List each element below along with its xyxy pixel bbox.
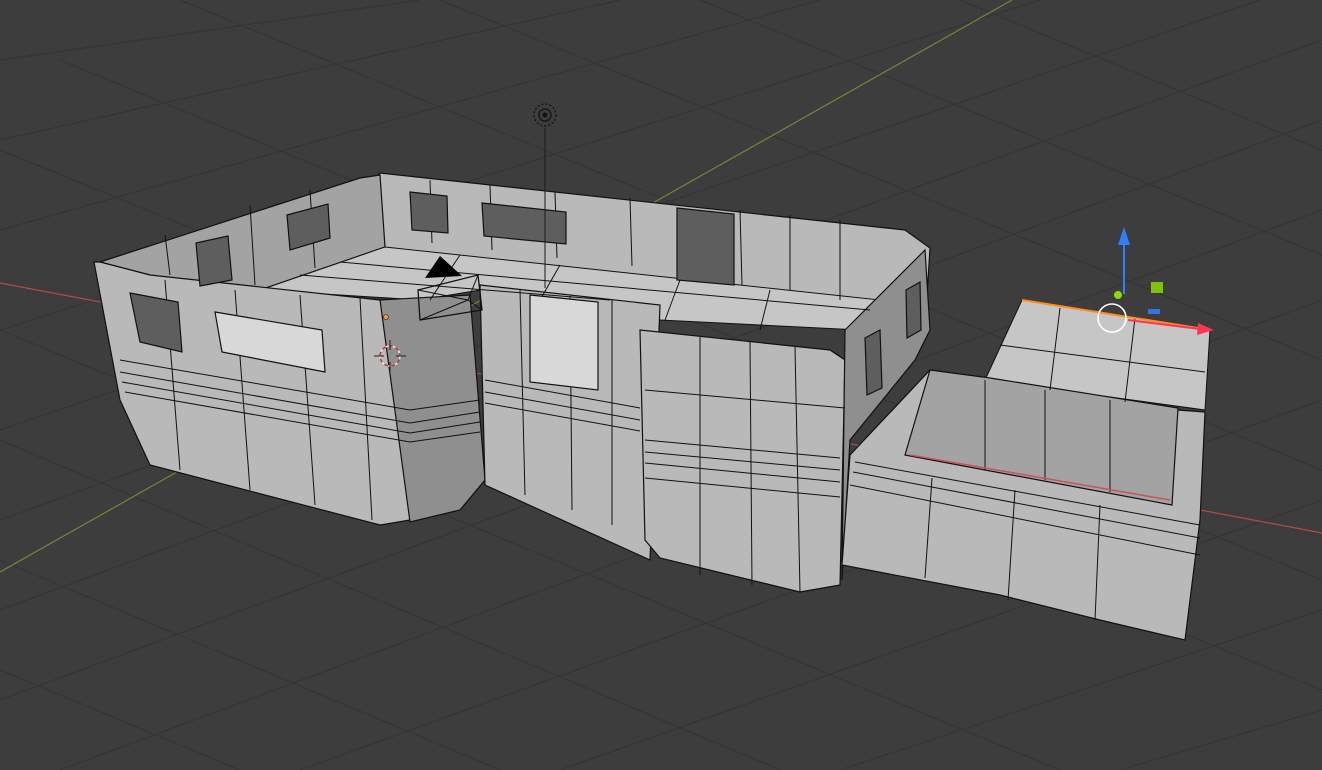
viewport-canvas[interactable] — [0, 0, 1322, 770]
window-hole — [864, 329, 883, 396]
gizmo-z-plane-handle[interactable] — [1148, 309, 1160, 314]
window-hole — [905, 280, 922, 340]
window-hole — [676, 207, 735, 286]
gizmo-y-plane-handle[interactable] — [1151, 282, 1163, 293]
3d-viewport[interactable] — [0, 0, 1322, 770]
window-hole — [529, 294, 599, 391]
gizmo-y-dot[interactable] — [1114, 291, 1122, 299]
gizmo-z-arrow-icon[interactable] — [1118, 227, 1130, 245]
window-hole — [409, 191, 449, 234]
window-hole — [195, 235, 233, 287]
origin-point — [383, 314, 389, 320]
